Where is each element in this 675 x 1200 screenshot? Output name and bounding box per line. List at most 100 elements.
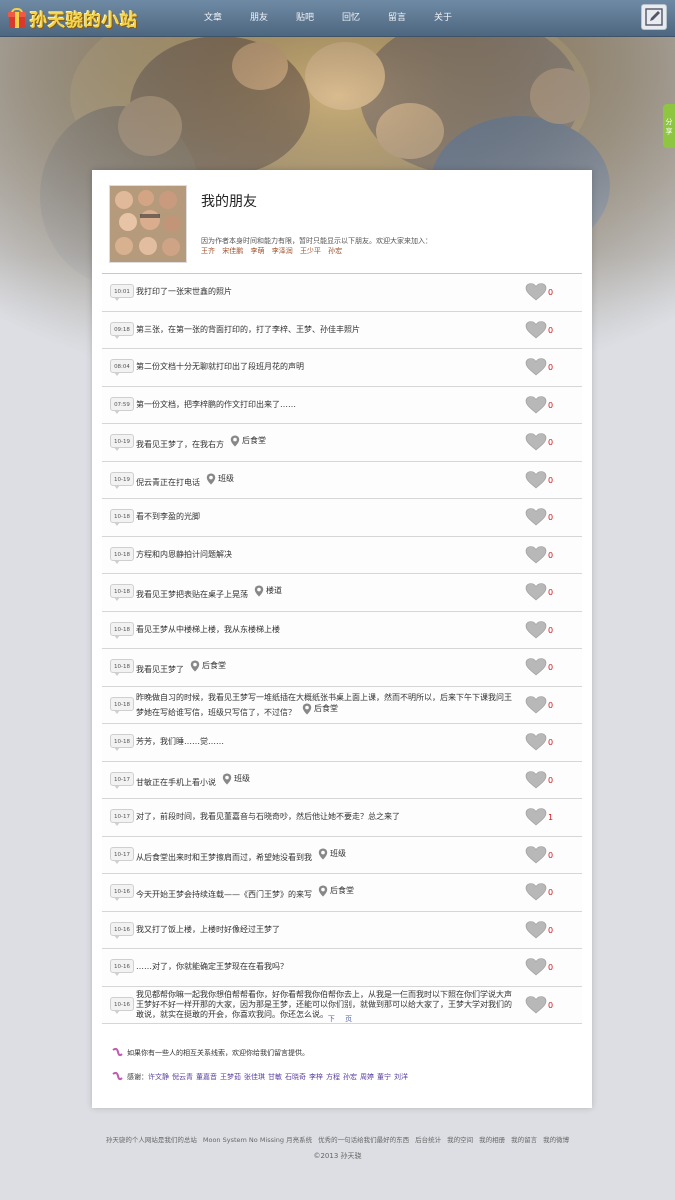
heart-icon[interactable] [525, 883, 547, 901]
nav-item-memories[interactable]: 回忆 [328, 0, 374, 36]
timestamp-bubble: 10-18 [110, 697, 134, 714]
nav-item-friends[interactable]: 朋友 [236, 0, 282, 36]
share-tab[interactable]: 分 享 [663, 104, 675, 148]
location-label: 班级 [234, 773, 250, 783]
footer-link[interactable]: 我的留言 [511, 1136, 537, 1144]
timestamp-bubble: 10-16 [110, 997, 134, 1014]
nav-item-forum[interactable]: 贴吧 [282, 0, 328, 36]
timestamp-bubble: 10-19 [110, 434, 134, 451]
thanks-label: 感谢： [127, 1073, 148, 1081]
member-link[interactable]: 李泽润 [272, 247, 293, 255]
heart-icon[interactable] [525, 508, 547, 526]
location-tag[interactable]: 后食堂 [302, 703, 338, 715]
member-link[interactable]: 孙宏 [328, 247, 342, 255]
message-content: 第二份文档十分无聊就打印出了段班月花的声明 [136, 349, 516, 385]
message-content: 倪云青正在打电话 班级 [136, 462, 516, 498]
message-row: 10-17 对了，前段时间，我看见董嘉音与石晓奇吵，然后他让她不要走？总之来了 … [102, 799, 582, 837]
footer-link[interactable]: Moon System No Missing 月亮系统 [203, 1136, 312, 1144]
contributor-name[interactable]: 石晓奇 [285, 1073, 306, 1081]
contributor-name[interactable]: 方程 [326, 1073, 340, 1081]
location-tag[interactable]: 班级 [206, 473, 234, 485]
edit-button[interactable] [641, 4, 667, 30]
member-link[interactable]: 王齐 [201, 247, 215, 255]
contributor-name[interactable]: 甘敏 [268, 1073, 282, 1081]
location-tag[interactable]: 楼道 [254, 585, 282, 597]
location-tag[interactable]: 后食堂 [230, 435, 266, 447]
member-link[interactable]: 宋佳鹏 [222, 247, 243, 255]
heart-icon[interactable] [525, 958, 547, 976]
contributor-name[interactable]: 董宁 [377, 1073, 391, 1081]
nav-item-guestbook[interactable]: 留言 [374, 0, 420, 36]
timestamp-bubble: 10-19 [110, 472, 134, 489]
heart-icon[interactable] [525, 696, 547, 714]
location-pin-icon [318, 848, 328, 859]
message-text: 第二份文档十分无聊就打印出了段班月花的声明 [136, 362, 304, 371]
like-count: 0 [548, 1001, 554, 1010]
heart-icon[interactable] [525, 583, 547, 601]
contributor-name[interactable]: 孙宏 [343, 1073, 357, 1081]
heart-icon[interactable] [525, 546, 547, 564]
heart-icon[interactable] [525, 433, 547, 451]
heart-icon[interactable] [525, 471, 547, 489]
member-link[interactable]: 李萌 [250, 247, 264, 255]
like-count: 0 [548, 588, 554, 597]
timestamp-bubble: 10:01 [110, 284, 134, 301]
footer-link[interactable]: 我的微博 [543, 1136, 569, 1144]
member-list: 王齐 宋佳鹏 李萌 李泽润 王少平 孙宏 [201, 246, 347, 256]
location-pin-icon [222, 773, 232, 784]
site-logo[interactable]: 孙天骁的小站 [8, 5, 138, 31]
contributor-name[interactable]: 王梦茹 [220, 1073, 241, 1081]
like-count: 1 [548, 813, 554, 822]
contributor-name[interactable]: 李梓 [309, 1073, 323, 1081]
heart-icon[interactable] [525, 321, 547, 339]
footer-link[interactable]: 孙天骁的个人网站是我们的总站 [106, 1136, 197, 1144]
contributor-name[interactable]: 刘洋 [394, 1073, 408, 1081]
footer-link[interactable]: 优秀的一句话给我们最好的东西 [318, 1136, 409, 1144]
heart-icon[interactable] [525, 996, 547, 1014]
message-text: ……对了，你就能确定王梦现在在看我吗？ [136, 962, 288, 971]
footer-link[interactable]: 后台统计 [415, 1136, 441, 1144]
location-tag[interactable]: 后食堂 [318, 885, 354, 897]
contributor-name[interactable]: 倪云青 [172, 1073, 193, 1081]
message-row: 07:59 第一份文档，把李梓鹏的作文打印出来了…… 0 [102, 387, 582, 424]
contributor-name[interactable]: 张佳琪 [244, 1073, 265, 1081]
member-link[interactable]: 王少平 [300, 247, 321, 255]
location-tag[interactable]: 后食堂 [190, 660, 226, 672]
message-text: 我打印了一张宋世鑫的照片 [136, 287, 232, 296]
like-count: 0 [548, 851, 554, 860]
heart-icon[interactable] [525, 808, 547, 826]
contributor-name[interactable]: 许文静 [148, 1073, 169, 1081]
contributor-name[interactable]: 周婷 [360, 1073, 374, 1081]
location-pin-icon [206, 473, 216, 484]
timestamp-bubble: 10-16 [110, 959, 134, 976]
message-text: 我看见王梦把表贴在桌子上晃荡 [136, 589, 248, 599]
heart-icon[interactable] [525, 358, 547, 376]
like-count: 0 [548, 888, 554, 897]
location-tag[interactable]: 班级 [318, 848, 346, 860]
nav-item-articles[interactable]: 文章 [190, 0, 236, 36]
nav-item-about[interactable]: 关于 [420, 0, 466, 36]
heart-icon[interactable] [525, 283, 547, 301]
heart-icon[interactable] [525, 771, 547, 789]
heart-icon[interactable] [525, 621, 547, 639]
location-label: 后食堂 [314, 703, 338, 713]
heart-icon[interactable] [525, 733, 547, 751]
heart-icon[interactable] [525, 658, 547, 676]
heart-icon[interactable] [525, 921, 547, 939]
note-line: 如果你有一些人的相互关系线索，欢迎你给我们留言提供。 [112, 1048, 309, 1058]
footer-link[interactable]: 我的空间 [447, 1136, 473, 1144]
timestamp-bubble: 10-18 [110, 584, 134, 601]
location-tag[interactable]: 班级 [222, 773, 250, 785]
message-content: 我看见王梦把表贴在桌子上晃荡 楼道 [136, 574, 516, 610]
message-content: 第一份文档，把李梓鹏的作文打印出来了…… [136, 387, 516, 423]
timestamp-bubble: 10-17 [110, 847, 134, 864]
message-content: 我打印了一张宋世鑫的照片 [136, 274, 516, 310]
like-count: 0 [548, 776, 554, 785]
next-page-link[interactable]: 下 页 [102, 1014, 582, 1024]
location-label: 后食堂 [330, 885, 354, 895]
heart-icon[interactable] [525, 846, 547, 864]
site-title[interactable]: 孙天骁的小站 [30, 6, 138, 31]
heart-icon[interactable] [525, 396, 547, 414]
footer-link[interactable]: 我的相册 [479, 1136, 505, 1144]
contributor-name[interactable]: 董嘉音 [196, 1073, 217, 1081]
